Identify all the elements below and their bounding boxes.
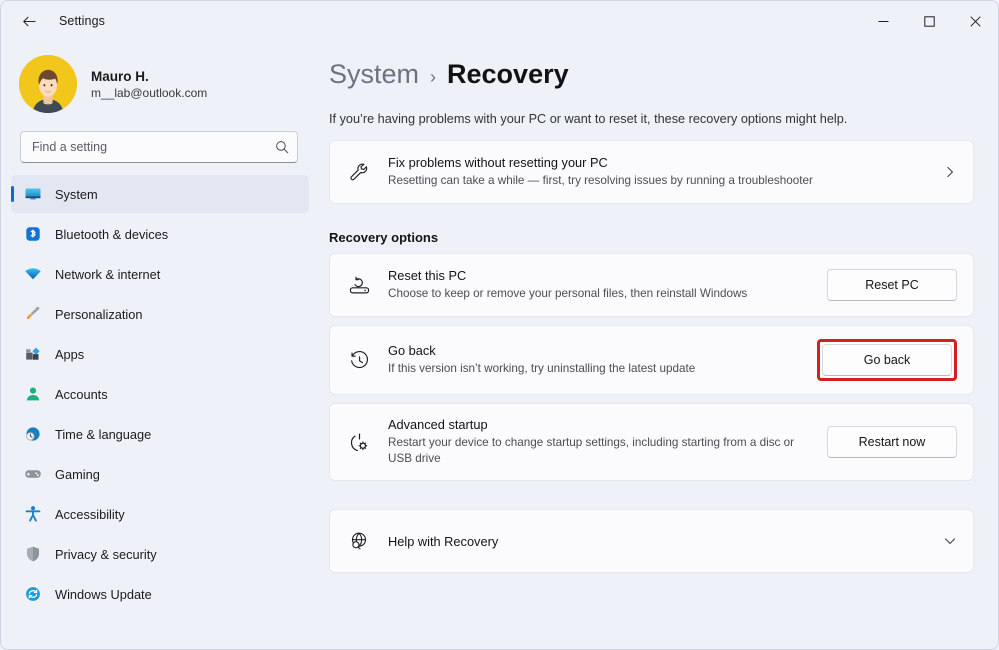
search-box	[20, 131, 298, 163]
sidebar-item-accounts[interactable]: Accounts	[11, 375, 309, 413]
chevron-right-icon: ›	[430, 67, 436, 88]
page-description: If you’re having problems with your PC o…	[329, 112, 974, 126]
history-clock-icon	[346, 349, 372, 372]
option-card-reset-this-pc[interactable]: Reset this PC Choose to keep or remove y…	[329, 253, 974, 317]
accessibility-icon	[24, 505, 42, 523]
option-subtitle: Choose to keep or remove your personal f…	[388, 286, 811, 302]
option-title: Go back	[388, 343, 801, 358]
apps-icon	[24, 345, 42, 363]
chevron-down-icon[interactable]	[933, 534, 957, 548]
close-button[interactable]	[952, 1, 998, 41]
sidebar-item-network-internet[interactable]: Network & internet	[11, 255, 309, 293]
sidebar-item-system[interactable]: System	[11, 175, 309, 213]
window-body: Mauro H. m__lab@outlook.com	[1, 41, 998, 649]
minimize-button[interactable]	[860, 1, 906, 41]
title-bar: Settings	[1, 1, 998, 41]
troubleshoot-card[interactable]: Fix problems without resetting your PC R…	[329, 140, 974, 204]
sidebar-nav: System Bluetooth & devices	[1, 175, 309, 613]
sidebar-item-label: Privacy & security	[55, 547, 157, 562]
back-button[interactable]	[11, 5, 47, 37]
clock-globe-icon	[24, 425, 42, 443]
window-controls	[860, 1, 998, 41]
sidebar: Mauro H. m__lab@outlook.com	[1, 41, 321, 649]
sidebar-item-label: Bluetooth & devices	[55, 227, 168, 242]
person-icon	[24, 385, 42, 403]
refresh-icon	[24, 585, 42, 603]
breadcrumb-parent[interactable]: System	[329, 59, 419, 90]
account-block[interactable]: Mauro H. m__lab@outlook.com	[1, 41, 309, 127]
troubleshoot-title: Fix problems without resetting your PC	[388, 155, 917, 170]
sidebar-item-label: Gaming	[55, 467, 100, 482]
window-title: Settings	[59, 14, 105, 28]
help-with-recovery-card[interactable]: Help with Recovery	[329, 509, 974, 573]
option-subtitle: Restart your device to change startup se…	[388, 435, 811, 467]
sidebar-item-personalization[interactable]: Personalization	[11, 295, 309, 333]
shield-icon	[24, 545, 42, 563]
sidebar-item-label: Accounts	[55, 387, 108, 402]
sidebar-item-bluetooth-devices[interactable]: Bluetooth & devices	[11, 215, 309, 253]
sidebar-item-label: Time & language	[55, 427, 151, 442]
gamepad-icon	[24, 465, 42, 483]
bluetooth-icon	[24, 225, 42, 243]
sidebar-item-apps[interactable]: Apps	[11, 335, 309, 373]
sidebar-item-time-language[interactable]: Time & language	[11, 415, 309, 453]
maximize-button[interactable]	[906, 1, 952, 41]
go-back-highlight-box: Go back	[817, 339, 957, 381]
option-subtitle: If this version isn’t working, try unins…	[388, 361, 801, 377]
monitor-icon	[24, 185, 42, 203]
wrench-icon	[346, 161, 372, 183]
troubleshoot-subtitle: Resetting can take a while — first, try …	[388, 173, 917, 189]
sidebar-item-label: Apps	[55, 347, 84, 362]
sidebar-item-label: Personalization	[55, 307, 143, 322]
go-back-button[interactable]: Go back	[822, 344, 952, 376]
chevron-right-icon	[933, 165, 957, 179]
search-icon	[275, 140, 289, 154]
sidebar-item-windows-update[interactable]: Windows Update	[11, 575, 309, 613]
sidebar-item-label: Accessibility	[55, 507, 125, 522]
reset-pc-icon	[346, 274, 372, 297]
account-text: Mauro H. m__lab@outlook.com	[91, 69, 207, 100]
sidebar-item-privacy-security[interactable]: Privacy & security	[11, 535, 309, 573]
settings-window: Settings	[0, 0, 999, 650]
sidebar-item-label: Windows Update	[55, 587, 152, 602]
sidebar-item-accessibility[interactable]: Accessibility	[11, 495, 309, 533]
page-title: Recovery	[447, 59, 569, 90]
section-title-recovery-options: Recovery options	[329, 230, 974, 245]
option-title: Reset this PC	[388, 268, 811, 283]
breadcrumb: System › Recovery	[329, 41, 974, 90]
account-email: m__lab@outlook.com	[91, 86, 207, 100]
restart-now-button[interactable]: Restart now	[827, 426, 957, 458]
option-card-go-back[interactable]: Go back If this version isn’t working, t…	[329, 325, 974, 395]
reset-pc-button[interactable]: Reset PC	[827, 269, 957, 301]
sidebar-item-label: Network & internet	[55, 267, 160, 282]
account-name: Mauro H.	[91, 69, 207, 84]
power-gear-icon	[346, 431, 372, 454]
search-input[interactable]	[20, 131, 298, 163]
sidebar-item-gaming[interactable]: Gaming	[11, 455, 309, 493]
help-title: Help with Recovery	[388, 534, 917, 549]
sidebar-item-label: System	[55, 187, 98, 202]
main-pane[interactable]: System › Recovery If you’re having probl…	[321, 41, 998, 649]
wifi-icon	[24, 265, 42, 283]
paintbrush-icon	[24, 305, 42, 323]
option-title: Advanced startup	[388, 417, 811, 432]
avatar	[19, 55, 77, 113]
globe-search-icon	[346, 530, 372, 552]
option-card-advanced-startup[interactable]: Advanced startup Restart your device to …	[329, 403, 974, 481]
